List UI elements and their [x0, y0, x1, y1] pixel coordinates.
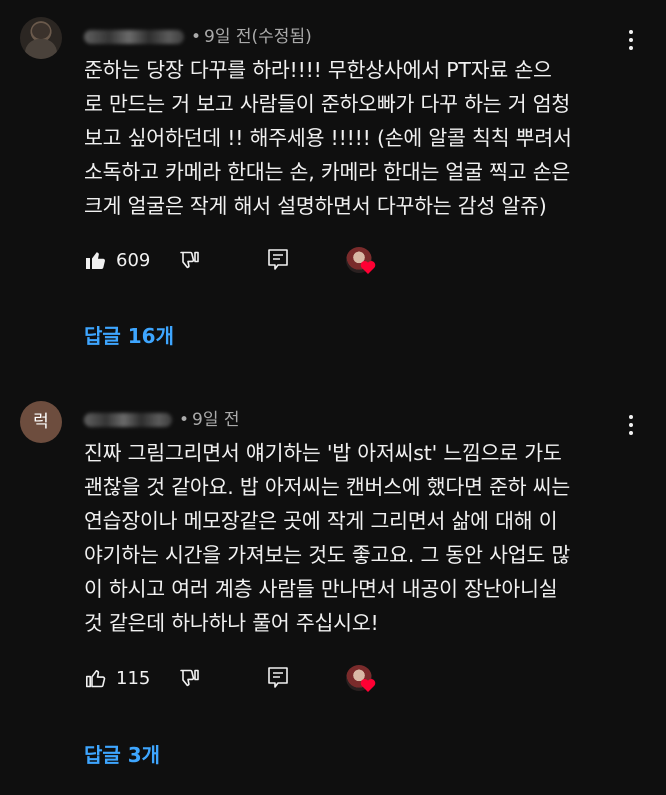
creator-heart-icon — [360, 679, 376, 692]
reply-icon[interactable] — [267, 665, 289, 691]
reply-icon[interactable] — [267, 247, 289, 273]
thumbs-down-icon[interactable] — [178, 665, 202, 691]
like-count: 609 — [116, 250, 151, 271]
comment-text: 준하는 당장 다꾸를 하라!!!! 무한상사에서 PT자료 손으 로 만드는 거… — [84, 58, 572, 218]
creator-heart-badge — [346, 665, 376, 695]
comment-actions: 115 — [84, 665, 404, 695]
thumbs-up-icon[interactable] — [84, 665, 108, 691]
comment-meta: • 9일 전(수정됨) — [84, 22, 312, 47]
replies-button[interactable]: 답글 3개 — [84, 739, 160, 768]
comment-text: 진짜 그림그리면서 얘기하는 '밥 아저씨st' 느낌으로 가도 괜찮을 것 같… — [84, 441, 571, 635]
comment-meta: • 9일 전 — [84, 405, 240, 430]
thumbs-up-icon[interactable] — [84, 247, 108, 273]
more-vert-icon[interactable] — [628, 415, 634, 437]
more-vert-icon[interactable] — [628, 30, 634, 52]
creator-heart-badge — [346, 247, 376, 277]
commenter-name-redacted[interactable] — [84, 30, 184, 44]
comment-actions: 609 — [84, 247, 404, 277]
comment-timestamp[interactable]: 9일 전 — [192, 410, 240, 430]
commenter-name-redacted[interactable] — [84, 413, 172, 427]
replies-button[interactable]: 답글 16개 — [84, 320, 174, 349]
commenter-avatar[interactable]: 럭 — [20, 401, 62, 443]
like-count: 115 — [116, 668, 151, 689]
thumbs-down-icon[interactable] — [178, 247, 202, 273]
creator-heart-icon — [360, 261, 376, 274]
commenter-avatar[interactable] — [20, 17, 62, 59]
comment-timestamp[interactable]: 9일 전(수정됨) — [204, 27, 312, 47]
